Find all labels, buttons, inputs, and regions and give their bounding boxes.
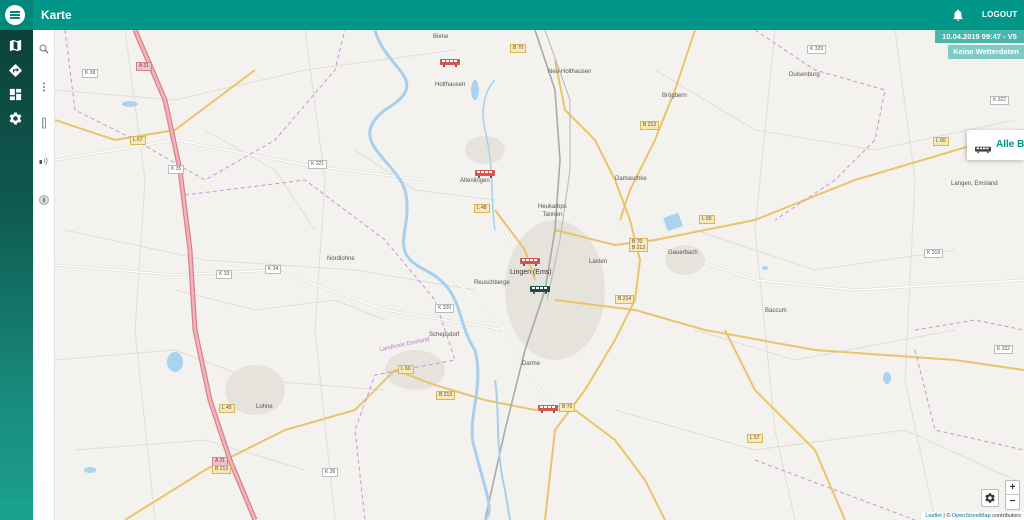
road-badge: B 214 — [615, 295, 635, 304]
bus-marker[interactable] — [538, 400, 558, 413]
road-badge: L 45 — [219, 404, 235, 413]
map-tools — [33, 30, 55, 520]
place-label: Biene — [433, 34, 449, 40]
road-badge: A 31 — [136, 62, 153, 71]
bus-icon — [520, 258, 540, 266]
zoom-in-button[interactable]: + — [1006, 481, 1019, 495]
ruler-icon[interactable] — [38, 116, 50, 129]
road-badge: K 33 — [216, 270, 233, 279]
road-badge: K 36 — [322, 468, 339, 477]
place-label: Brögbern — [662, 93, 687, 99]
signal-icon[interactable] — [38, 154, 50, 166]
bus-marker[interactable] — [530, 281, 550, 294]
bus-icon — [475, 170, 495, 178]
dashboard-icon[interactable] — [8, 87, 23, 102]
road-badge: B 70 — [510, 44, 527, 53]
place-label: Nordlohne — [327, 256, 355, 262]
place-label: Neu-Holthausen — [548, 69, 592, 75]
place-label: Gauerbach — [668, 250, 698, 256]
search-icon[interactable] — [38, 42, 50, 54]
all-buses-panel[interactable]: Alle Bu — [967, 130, 1024, 160]
map-icon[interactable] — [8, 38, 23, 53]
weather-badge: Keine Wetterdaten — [948, 45, 1024, 59]
place-label: Lohne — [256, 404, 273, 410]
app-header: Karte LOGOUT — [33, 0, 1024, 30]
map-settings-button[interactable] — [981, 489, 999, 507]
menu-button[interactable] — [5, 5, 25, 25]
road-badge: L 48 — [474, 204, 490, 213]
place-label: Darme — [522, 361, 541, 367]
nav-rail — [0, 0, 33, 520]
road-badge: K 329 — [807, 45, 827, 54]
zoom-control: + − — [1005, 480, 1020, 510]
leaflet-link[interactable]: Leaflet — [925, 513, 942, 519]
rail-footer — [0, 500, 33, 520]
road-badge: L 67 — [130, 136, 146, 145]
map-attribution: Leaflet | © OpenStreetMap contributors — [922, 512, 1024, 520]
place-label: Holthausen — [435, 82, 466, 88]
bus-marker[interactable] — [520, 253, 540, 266]
road-badge: K 35 — [168, 165, 185, 174]
road-badge: B 213 — [640, 121, 660, 130]
menu-icon — [10, 11, 20, 19]
road-badge: B 70 B 213 — [629, 238, 649, 252]
app-root: Karte LOGOUT Biene Holthausen Neu-Holtha… — [0, 0, 1024, 520]
map-canvas[interactable]: Biene Holthausen Neu-Holthausen Duisenbu… — [55, 30, 1024, 520]
place-label: Schepsdorf — [429, 332, 460, 338]
road-badge: K 321 — [308, 160, 328, 169]
road-badge: K 322 — [994, 345, 1014, 354]
road-badge: B 70 — [559, 403, 576, 412]
datetime-badge: 10.04.2019 09:47 - V5 — [935, 30, 1024, 43]
place-label: Reuschberge — [474, 280, 510, 286]
road-badge: L 60 — [933, 137, 949, 146]
road-badge: K 38 — [82, 69, 99, 78]
road-badge: K 320 — [435, 304, 455, 313]
road-badge: L 60 — [699, 215, 715, 224]
road-badge: K 34 — [265, 265, 282, 274]
logout-button[interactable]: LOGOUT — [982, 10, 1017, 19]
place-label: Lingen (Ems) — [510, 269, 552, 276]
road-badge: L 57 — [747, 434, 763, 443]
road-badge: B 213 — [212, 465, 232, 474]
settings-icon[interactable] — [8, 111, 23, 126]
road-badge: B 213 — [436, 391, 456, 400]
bus-icon — [538, 405, 558, 413]
attribution-separator: | © — [941, 513, 952, 519]
bus-icon — [440, 59, 460, 67]
bus-marker[interactable] — [440, 54, 460, 67]
bus-icon — [975, 141, 991, 154]
place-label: Altenlingen — [460, 178, 490, 184]
bus-marker[interactable] — [475, 165, 495, 178]
attribution-suffix: contributors — [990, 513, 1021, 519]
more-icon[interactable] — [38, 80, 50, 92]
compass-icon[interactable] — [38, 193, 50, 205]
place-label: Heukamps Tannen — [538, 204, 567, 218]
bell-icon[interactable] — [951, 8, 965, 22]
settings-icon — [985, 493, 995, 503]
road-badge: L 60 — [398, 365, 414, 374]
place-label: Damaschke — [615, 176, 647, 182]
page-title: Karte — [41, 8, 72, 22]
place-label: Laxten — [589, 259, 608, 265]
road-badge: K 318 — [924, 249, 944, 258]
place-label: Baccum — [765, 308, 787, 314]
all-buses-label: Alle Bu — [996, 139, 1024, 150]
place-label: Langen, Emsland — [951, 181, 998, 187]
zoom-out-button[interactable]: − — [1006, 495, 1019, 509]
place-label: Duisenburg — [789, 72, 820, 78]
directions-icon[interactable] — [8, 63, 23, 78]
osm-link[interactable]: OpenStreetMap — [952, 513, 991, 519]
bus-icon — [530, 286, 550, 294]
road-badge: K 322 — [990, 96, 1010, 105]
